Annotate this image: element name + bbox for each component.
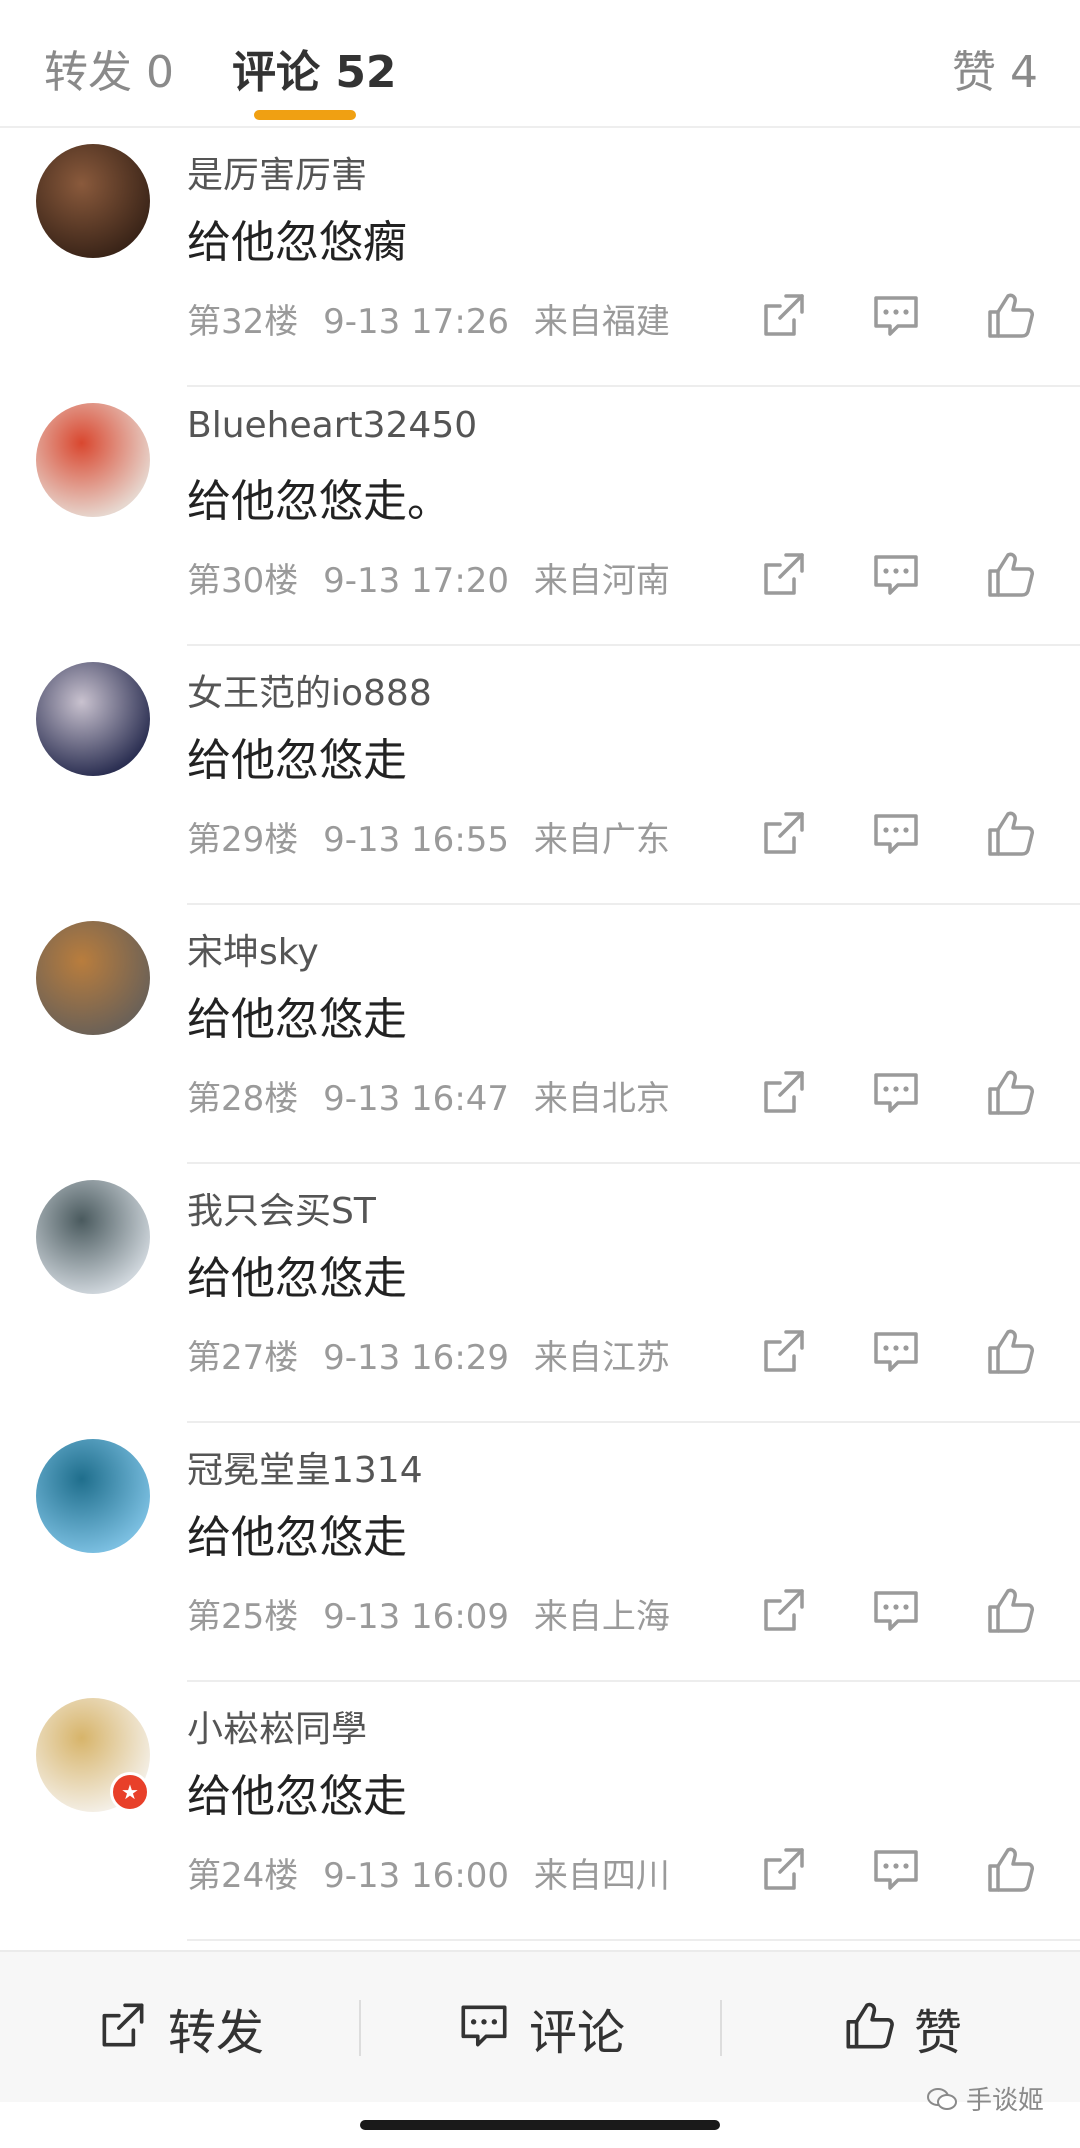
comment-location: 来自福建 bbox=[533, 302, 670, 342]
comment-location: 来自上海 bbox=[533, 1597, 670, 1637]
comment-meta: 第27楼 9-13 16:29 来自江苏 bbox=[187, 1330, 684, 1379]
reply-icon[interactable] bbox=[868, 1065, 924, 1121]
comment-label: 评论 bbox=[528, 2005, 625, 2061]
comment-time: 9-13 16:29 bbox=[323, 1338, 510, 1378]
reply-icon[interactable] bbox=[868, 547, 924, 603]
comment-username[interactable]: 是厉害厉害 bbox=[187, 146, 367, 198]
avatar[interactable] bbox=[36, 1180, 150, 1294]
like-icon bbox=[840, 1997, 914, 2059]
comment-meta: 第29楼 9-13 16:55 来自广东 bbox=[187, 812, 684, 861]
like-icon[interactable] bbox=[982, 1583, 1038, 1639]
avatar[interactable] bbox=[36, 403, 150, 517]
comment-floor: 第27楼 bbox=[187, 1338, 299, 1378]
comment-floor: 第32楼 bbox=[187, 302, 299, 342]
repost-button[interactable]: 转发 bbox=[0, 1952, 358, 2104]
tab-likes[interactable]: 赞 4 bbox=[952, 36, 1038, 100]
active-tab-indicator bbox=[254, 110, 356, 120]
comment-time: 9-13 17:26 bbox=[323, 302, 510, 342]
reply-icon[interactable] bbox=[868, 288, 924, 344]
avatar[interactable] bbox=[36, 144, 150, 258]
comment-username[interactable]: 我只会买ST bbox=[187, 1182, 376, 1234]
comment-meta: 第25楼 9-13 16:09 来自上海 bbox=[187, 1589, 684, 1638]
wechat-icon bbox=[926, 2087, 957, 2110]
comment-location: 来自北京 bbox=[533, 1079, 670, 1119]
comment-item: 我只会买ST 给他忽悠走 第27楼 9-13 16:29 来自江苏 bbox=[0, 1164, 1080, 1423]
comment-text: 给他忽悠走 bbox=[187, 1253, 407, 1304]
comment-list: 是厉害厉害 给他忽悠瘸 第32楼 9-13 17:26 来自福建 Bluehea… bbox=[0, 128, 1080, 1941]
comment-tabs: 转发 0 评论 52 赞 4 bbox=[0, 0, 1080, 128]
comment-text: 给他忽悠瘸 bbox=[187, 217, 407, 268]
comment-username[interactable]: 宋坤sky bbox=[187, 923, 319, 975]
comment-meta: 第28楼 9-13 16:47 来自北京 bbox=[187, 1071, 684, 1120]
comment-item: 女王范的io888 给他忽悠走 第29楼 9-13 16:55 来自广东 bbox=[0, 646, 1080, 905]
watermark: 手谈姬 bbox=[926, 2080, 1044, 2117]
watermark-text: 手谈姬 bbox=[965, 2086, 1044, 2116]
comment-text: 给他忽悠走 bbox=[187, 735, 407, 786]
like-icon[interactable] bbox=[982, 288, 1038, 344]
comment-floor: 第30楼 bbox=[187, 561, 299, 601]
avatar[interactable] bbox=[36, 1439, 150, 1553]
comment-icon bbox=[455, 1997, 529, 2059]
comment-button[interactable]: 评论 bbox=[361, 1952, 719, 2104]
share-icon[interactable] bbox=[756, 1065, 812, 1121]
share-icon bbox=[94, 1997, 168, 2059]
share-icon[interactable] bbox=[756, 1842, 812, 1898]
like-icon[interactable] bbox=[982, 1065, 1038, 1121]
like-label: 赞 bbox=[913, 2005, 962, 2061]
comment-text: 给他忽悠走。 bbox=[187, 476, 451, 527]
comment-text: 给他忽悠走 bbox=[187, 1512, 407, 1563]
comment-time: 9-13 16:00 bbox=[323, 1856, 510, 1896]
like-icon[interactable] bbox=[982, 1842, 1038, 1898]
reply-icon[interactable] bbox=[868, 1324, 924, 1380]
tab-repost[interactable]: 转发 0 bbox=[44, 36, 174, 100]
verified-badge-icon: ★ bbox=[110, 1772, 150, 1812]
home-indicator[interactable] bbox=[360, 2120, 720, 2130]
share-icon[interactable] bbox=[756, 547, 812, 603]
comment-floor: 第29楼 bbox=[187, 820, 299, 860]
comment-location: 来自四川 bbox=[533, 1856, 670, 1896]
avatar[interactable] bbox=[36, 662, 150, 776]
tab-comments[interactable]: 评论 52 bbox=[232, 36, 397, 100]
comment-location: 来自广东 bbox=[533, 820, 670, 860]
like-icon[interactable] bbox=[982, 1324, 1038, 1380]
comment-username[interactable]: 小崧崧同學 bbox=[187, 1700, 367, 1752]
share-icon[interactable] bbox=[756, 1583, 812, 1639]
comment-item: ★ 小崧崧同學 给他忽悠走 第24楼 9-13 16:00 来自四川 bbox=[0, 1682, 1080, 1941]
avatar[interactable] bbox=[36, 921, 150, 1035]
comment-floor: 第25楼 bbox=[187, 1597, 299, 1637]
comment-username[interactable]: 冠冕堂皇1314 bbox=[187, 1441, 423, 1493]
like-icon[interactable] bbox=[982, 806, 1038, 862]
share-icon[interactable] bbox=[756, 288, 812, 344]
comment-item: 宋坤sky 给他忽悠走 第28楼 9-13 16:47 来自北京 bbox=[0, 905, 1080, 1164]
comment-location: 来自河南 bbox=[533, 561, 670, 601]
like-icon[interactable] bbox=[982, 547, 1038, 603]
reply-icon[interactable] bbox=[868, 806, 924, 862]
reply-icon[interactable] bbox=[868, 1842, 924, 1898]
comment-username[interactable]: Blueheart32450 bbox=[187, 405, 477, 446]
reply-icon[interactable] bbox=[868, 1583, 924, 1639]
comment-username[interactable]: 女王范的io888 bbox=[187, 664, 432, 716]
comment-item: 是厉害厉害 给他忽悠瘸 第32楼 9-13 17:26 来自福建 bbox=[0, 128, 1080, 387]
comment-time: 9-13 16:55 bbox=[323, 820, 510, 860]
comment-text: 给他忽悠走 bbox=[187, 1771, 407, 1822]
divider bbox=[187, 1939, 1080, 1941]
share-icon[interactable] bbox=[756, 806, 812, 862]
comment-text: 给他忽悠走 bbox=[187, 994, 407, 1045]
share-icon[interactable] bbox=[756, 1324, 812, 1380]
repost-label: 转发 bbox=[167, 2005, 264, 2061]
comment-time: 9-13 16:09 bbox=[323, 1597, 510, 1637]
comment-meta: 第32楼 9-13 17:26 来自福建 bbox=[187, 294, 684, 343]
comment-floor: 第28楼 bbox=[187, 1079, 299, 1119]
comment-time: 9-13 17:20 bbox=[323, 561, 510, 601]
comment-location: 来自江苏 bbox=[533, 1338, 670, 1378]
comment-item: Blueheart32450 给他忽悠走。 第30楼 9-13 17:20 来自… bbox=[0, 387, 1080, 646]
bottom-action-bar: 转发 评论 赞 bbox=[0, 1950, 1080, 2102]
comment-time: 9-13 16:47 bbox=[323, 1079, 510, 1119]
comment-meta: 第30楼 9-13 17:20 来自河南 bbox=[187, 553, 684, 602]
comment-item: 冠冕堂皇1314 给他忽悠走 第25楼 9-13 16:09 来自上海 bbox=[0, 1423, 1080, 1682]
comment-floor: 第24楼 bbox=[187, 1856, 299, 1896]
comment-meta: 第24楼 9-13 16:00 来自四川 bbox=[187, 1848, 684, 1897]
